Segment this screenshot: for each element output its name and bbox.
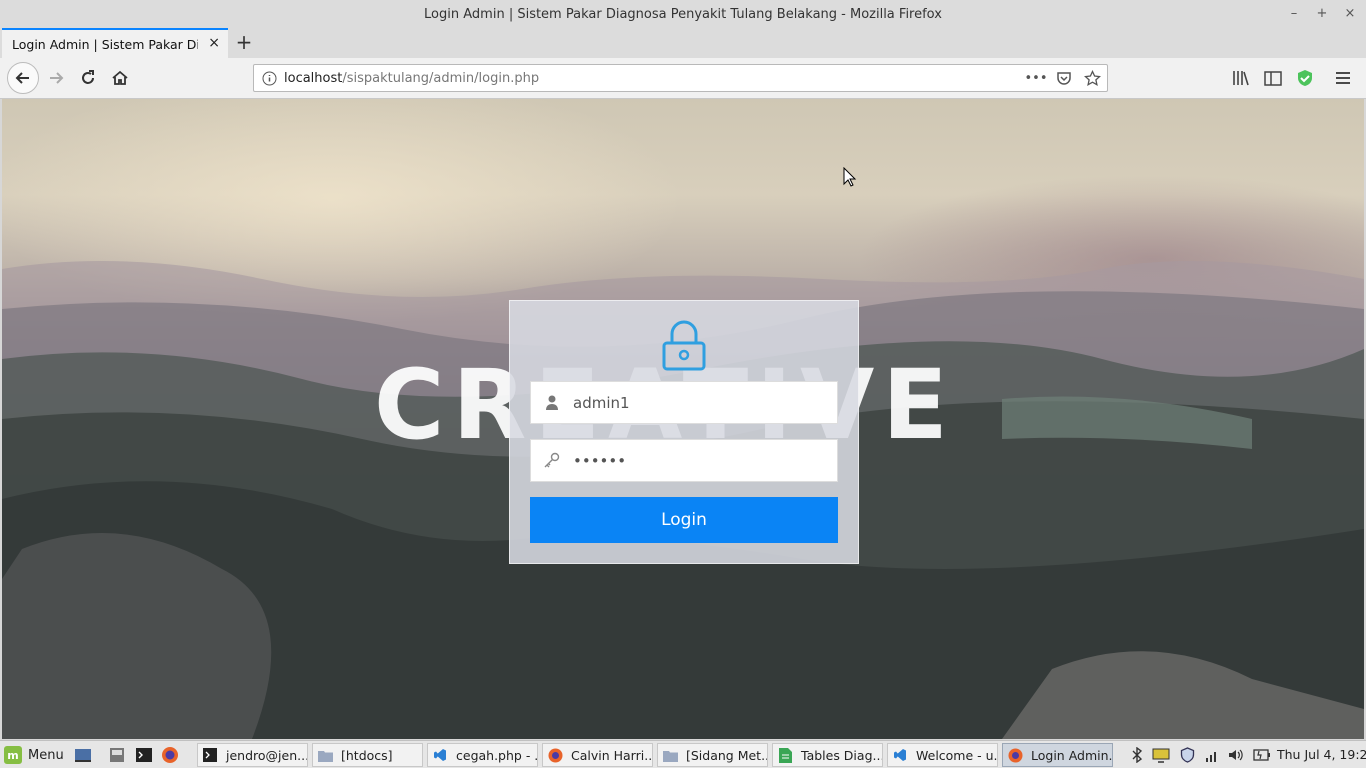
- firefox-icon: [547, 747, 563, 763]
- file-manager-icon[interactable]: [107, 745, 127, 765]
- close-window-button[interactable]: ×: [1342, 4, 1358, 22]
- tab-label: Login Admin | Sistem Pakar Diagnosa: [12, 36, 198, 52]
- minimize-button[interactable]: –: [1286, 4, 1302, 22]
- shield-icon[interactable]: [1178, 745, 1196, 765]
- folder-icon: [662, 747, 678, 763]
- arrow-right-icon: [50, 72, 64, 84]
- new-tab-button[interactable]: +: [233, 30, 255, 54]
- taskbar-item[interactable]: Welcome - u...: [887, 743, 998, 767]
- hamburger-menu-icon[interactable]: [1331, 63, 1355, 93]
- username-input[interactable]: [573, 393, 823, 412]
- show-desktop-icon[interactable]: [73, 745, 93, 765]
- url-bar[interactable]: localhost/sispaktulang/admin/login.php •…: [253, 64, 1108, 92]
- firefox-launcher-icon[interactable]: [160, 745, 180, 765]
- info-icon[interactable]: [254, 71, 284, 86]
- bookmark-star-icon[interactable]: [1083, 69, 1101, 87]
- url-path: /sispaktulang/admin/login.php: [342, 70, 540, 86]
- tab-close-button[interactable]: ×: [208, 35, 220, 51]
- url-text: localhost/sispaktulang/admin/login.php: [284, 71, 539, 86]
- taskbar-item-label: [Sidang Met...: [686, 747, 768, 763]
- user-icon: [531, 395, 573, 411]
- terminal-icon: [202, 747, 218, 763]
- taskbar-item-label: Login Admin...: [1031, 747, 1113, 763]
- display-icon[interactable]: [1152, 745, 1170, 765]
- taskbar-item[interactable]: Calvin Harri...: [542, 743, 653, 767]
- home-button[interactable]: [105, 63, 135, 93]
- spreadsheet-icon: [777, 747, 793, 763]
- password-input[interactable]: [573, 451, 823, 470]
- password-field[interactable]: [530, 439, 838, 482]
- taskbar-item[interactable]: [Sidang Met...: [657, 743, 768, 767]
- taskbar-item[interactable]: cegah.php - ...: [427, 743, 538, 767]
- library-icon[interactable]: [1229, 63, 1253, 93]
- window-titlebar: Login Admin | Sistem Pakar Diagnosa Peny…: [0, 0, 1366, 28]
- reload-icon: [82, 70, 94, 84]
- taskbar-item-label: Tables Diag...: [801, 747, 883, 763]
- pocket-icon[interactable]: [1055, 69, 1073, 87]
- bluetooth-icon[interactable]: [1128, 745, 1146, 765]
- forward-button[interactable]: [41, 63, 71, 93]
- window-title: Login Admin | Sistem Pakar Diagnosa Peny…: [424, 6, 942, 22]
- login-button[interactable]: Login: [530, 497, 838, 543]
- volume-icon[interactable]: [1227, 745, 1245, 765]
- url-host: localhost: [284, 70, 343, 86]
- home-icon: [112, 70, 128, 85]
- start-menu-label: Menu: [28, 747, 64, 763]
- taskbar: m Menu jendro@jen... [htdocs] cegah.php …: [0, 740, 1366, 768]
- terminal-icon[interactable]: [134, 745, 154, 765]
- firefox-icon: [1007, 747, 1023, 763]
- tab-login-admin[interactable]: Login Admin | Sistem Pakar Diagnosa ×: [2, 28, 228, 58]
- maximize-button[interactable]: +: [1314, 4, 1330, 22]
- taskbar-item-label: Welcome - u...: [916, 747, 998, 763]
- arrow-left-icon: [15, 72, 29, 84]
- navigation-toolbar: localhost/sispaktulang/admin/login.php •…: [0, 58, 1366, 99]
- back-button[interactable]: [7, 62, 39, 94]
- reload-button[interactable]: [73, 63, 103, 93]
- page-actions-button[interactable]: •••: [1025, 69, 1048, 87]
- taskbar-item-label: [htdocs]: [341, 747, 393, 763]
- taskbar-item[interactable]: jendro@jen...: [197, 743, 308, 767]
- vscode-icon: [432, 747, 448, 763]
- taskbar-item-label: jendro@jen...: [226, 747, 308, 763]
- folder-icon: [317, 747, 333, 763]
- username-field[interactable]: [530, 381, 838, 424]
- clock[interactable]: Thu Jul 4, 19:25: [1277, 747, 1366, 762]
- taskbar-item-active[interactable]: Login Admin...: [1002, 743, 1113, 767]
- network-signal-icon[interactable]: [1203, 745, 1221, 765]
- mouse-cursor-icon: [843, 167, 857, 187]
- mint-logo-icon: m: [4, 746, 22, 764]
- shield-extension-icon[interactable]: [1293, 63, 1317, 93]
- taskbar-item[interactable]: [htdocs]: [312, 743, 423, 767]
- start-menu-button[interactable]: m Menu: [4, 744, 64, 766]
- page-content: CREATIVE Login: [2, 99, 1364, 739]
- vscode-icon: [892, 747, 908, 763]
- window-controls: – + ×: [1286, 4, 1358, 22]
- login-form: Login: [509, 300, 859, 564]
- key-icon: [531, 452, 573, 470]
- tab-bar: Login Admin | Sistem Pakar Diagnosa × +: [0, 28, 1366, 58]
- taskbar-item-label: cegah.php - ...: [456, 747, 538, 763]
- taskbar-item-label: Calvin Harri...: [571, 747, 653, 763]
- lock-icon: [662, 320, 706, 371]
- taskbar-item[interactable]: Tables Diag...: [772, 743, 883, 767]
- sidebar-icon[interactable]: [1261, 63, 1285, 93]
- url-actions: •••: [1025, 69, 1101, 87]
- battery-icon[interactable]: [1253, 745, 1271, 765]
